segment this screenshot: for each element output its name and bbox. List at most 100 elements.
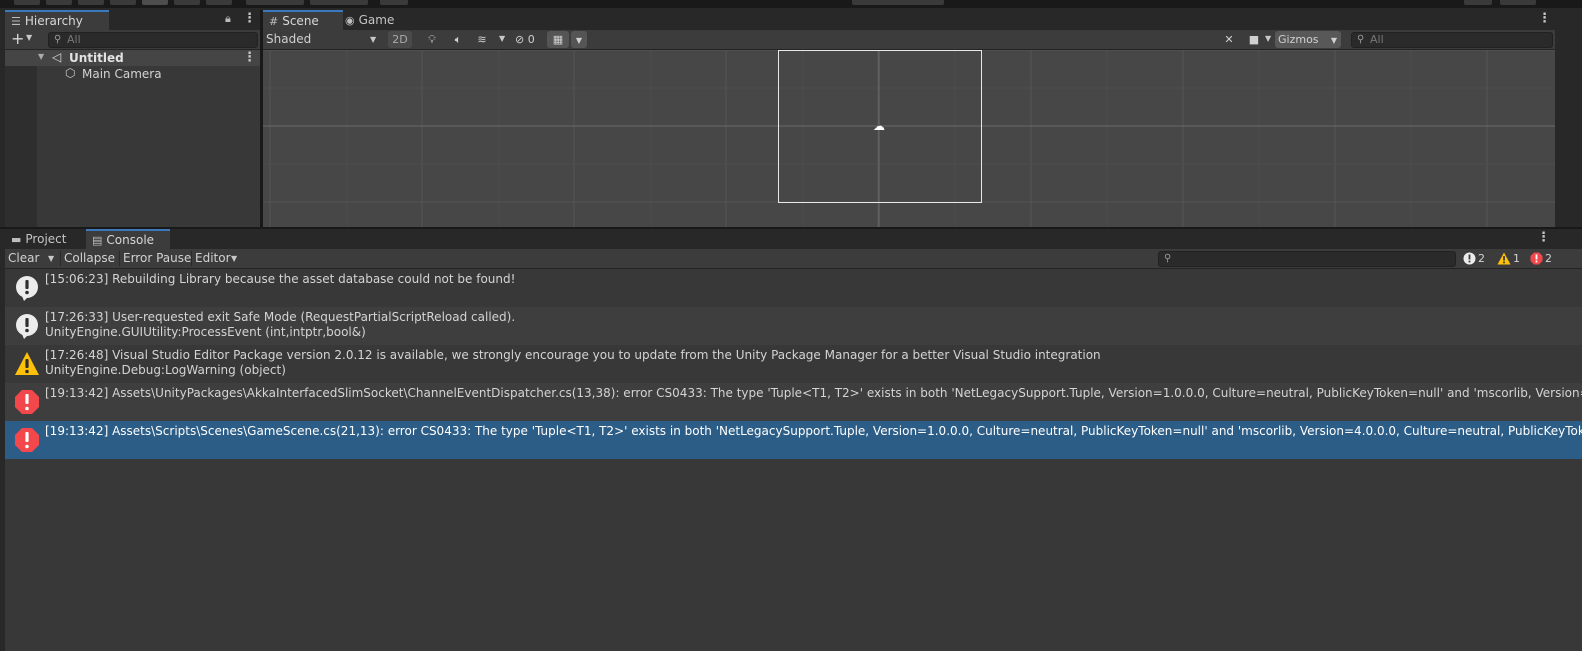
search-icon: ⚲ [54, 34, 62, 45]
grid-snapping-icon[interactable]: ▦ [547, 31, 569, 48]
scene-viewport[interactable]: ☁ [263, 50, 1555, 227]
log-message: [17:26:33] User-requested exit Safe Mode… [45, 310, 515, 340]
bottom-tabbar: ▬ Project ▤ Console ⋮ [5, 229, 1582, 249]
search-icon: ⚲ [1164, 253, 1172, 264]
log-entry[interactable]: [17:26:33] User-requested exit Safe Mode… [5, 307, 1582, 345]
hierarchy-item-main-camera[interactable]: ⬡ Main Camera [5, 66, 260, 82]
chevron-down-icon[interactable]: ▼ [1327, 31, 1341, 48]
tab-scene[interactable]: # Scene [263, 10, 343, 30]
toolbar-button[interactable] [14, 0, 40, 5]
toolbar-button[interactable] [206, 0, 232, 5]
log-entry-selected[interactable]: [19:13:42] Assets\Scripts\Scenes\GameSce… [5, 421, 1582, 459]
scene-panel: # Scene ◉ Game ⋮ Shaded ▼ 2D 💡︎ 🔈︎ ≋ ▼ ⊘ 0… [263, 10, 1555, 227]
unity-scene-icon: ◁ [52, 50, 62, 64]
console-search-input[interactable]: ⚲ [1158, 251, 1456, 267]
log-message: [19:13:42] Assets\UnityPackages\AkkaInte… [45, 386, 1582, 401]
eye-slash-icon: ⊘ [515, 33, 525, 46]
console-panel: ▬ Project ▤ Console ⋮ Clear ▼ Collapse Err… [5, 229, 1582, 651]
info-count: 2 [1478, 252, 1485, 265]
warning-icon [15, 352, 39, 375]
log-entry[interactable]: [15:06:23] Rebuilding Library because th… [5, 269, 1582, 307]
hierarchy-toolbar: + ▼ ⚲ All [5, 29, 260, 50]
chevron-down-icon[interactable]: ▼ [499, 34, 505, 43]
camera-icon[interactable]: ■ [1243, 31, 1265, 48]
log-line-1: [19:13:42] Assets\Scripts\Scenes\GameSce… [45, 424, 1582, 438]
toolbar-separator [119, 251, 120, 266]
camera-gizmo-icon[interactable]: ☁ [873, 119, 885, 133]
search-placeholder: All [1370, 33, 1384, 46]
toolbar-separator [191, 251, 192, 266]
grid-icon: # [269, 15, 279, 28]
chevron-down-icon[interactable]: ▼ [231, 254, 237, 263]
more-options-icon[interactable]: ⋮ [1537, 230, 1550, 245]
tab-label: Scene [282, 14, 319, 28]
scene-visibility-toggle[interactable]: ⊘ 0 [515, 31, 549, 48]
toolbar-button[interactable] [246, 0, 304, 5]
add-icon[interactable]: + [11, 29, 24, 48]
scene-menu-icon[interactable]: ⋮ [243, 50, 256, 65]
log-message: [19:13:42] Assets\Scripts\Scenes\GameSce… [45, 424, 1582, 439]
toolbar-button[interactable] [78, 0, 104, 5]
search-icon: ⚲ [1357, 34, 1365, 45]
log-line-1: [19:13:42] Assets\UnityPackages\AkkaInte… [45, 386, 1582, 400]
log-entry[interactable]: [17:26:48] Visual Studio Editor Package … [5, 345, 1582, 383]
toolbar-button[interactable] [1500, 0, 1536, 5]
editor-label: Editor [195, 251, 231, 265]
error-count-toggle[interactable]: 2 [1529, 251, 1559, 266]
tools-icon[interactable]: ✕ [1218, 31, 1240, 48]
chevron-down-icon: ▼ [370, 35, 377, 44]
warning-count-toggle[interactable]: 1 [1496, 251, 1526, 266]
expand-arrow-icon[interactable]: ▼ [38, 52, 44, 61]
more-options-icon[interactable]: ⋮ [1538, 11, 1551, 26]
console-toolbar: Clear ▼ Collapse Error Pause Editor ▼ ⚲ … [5, 249, 1582, 269]
shading-mode-dropdown[interactable]: Shaded ▼ [266, 31, 378, 48]
info-icon [1463, 252, 1476, 265]
info-count-toggle[interactable]: 2 [1462, 251, 1492, 266]
editor-dropdown[interactable]: Editor [195, 249, 231, 268]
toolbar-separator [60, 251, 61, 266]
error-icon [15, 428, 39, 452]
tab-hierarchy[interactable]: ☰ Hierarchy [5, 10, 109, 30]
hierarchy-search-input[interactable]: ⚲ All [48, 32, 258, 48]
console-log-list: [15:06:23] Rebuilding Library because th… [5, 269, 1582, 651]
tab-project[interactable]: ▬ Project [5, 229, 87, 249]
log-line-1: [17:26:33] User-requested exit Safe Mode… [45, 310, 516, 324]
chevron-down-icon[interactable]: ▼ [1265, 34, 1271, 43]
toolbar-button[interactable] [142, 0, 168, 5]
chevron-down-icon[interactable]: ▼ [571, 31, 587, 48]
toolbar-button[interactable] [310, 0, 368, 5]
console-icon: ▤ [92, 234, 103, 247]
chevron-down-icon[interactable]: ▼ [48, 254, 54, 263]
toolbar-button[interactable] [174, 0, 200, 5]
clear-button[interactable]: Clear [8, 249, 39, 268]
hierarchy-scene-row[interactable]: ▼ ◁ Untitled ⋮ [5, 50, 260, 66]
scene-search-input[interactable]: ⚲ All [1351, 32, 1553, 48]
tab-game[interactable]: ◉ Game [339, 10, 411, 30]
tab-label: Console [106, 233, 155, 247]
2d-toggle[interactable]: 2D [388, 31, 412, 48]
log-line-1: [15:06:23] Rebuilding Library because th… [45, 272, 516, 286]
more-options-icon[interactable]: ⋮ [243, 11, 256, 26]
tab-label: Game [358, 13, 395, 27]
shading-mode-value: Shaded [266, 32, 312, 46]
toolbar-button[interactable] [1464, 0, 1492, 5]
log-message: [17:26:48] Visual Studio Editor Package … [45, 348, 1101, 378]
collapse-button[interactable]: Collapse [64, 249, 115, 268]
chevron-down-icon[interactable]: ▼ [26, 33, 32, 42]
play-controls[interactable] [852, 0, 944, 5]
toolbar-button[interactable] [46, 0, 72, 5]
scene-toolbar: Shaded ▼ 2D 💡︎ 🔈︎ ≋ ▼ ⊘ 0 ▦ ▼ ✕ ■ ▼ Gizm… [263, 30, 1555, 50]
error-pause-button[interactable]: Error Pause [123, 249, 191, 268]
toolbar-button[interactable] [110, 0, 136, 5]
tab-console[interactable]: ▤ Console [86, 229, 170, 249]
log-line-1: [17:26:48] Visual Studio Editor Package … [45, 348, 1101, 362]
log-entry[interactable]: [19:13:42] Assets\UnityPackages\AkkaInte… [5, 383, 1582, 421]
toolbar-button[interactable] [380, 0, 408, 5]
lock-icon[interactable]: 🔒︎ [225, 12, 231, 26]
audio-icon[interactable]: 🔈︎ [447, 31, 469, 48]
scene-name: Untitled [69, 51, 124, 65]
lighting-icon[interactable]: 💡︎ [421, 31, 443, 48]
hierarchy-item-label: Main Camera [82, 67, 162, 81]
tab-label: Hierarchy [24, 14, 83, 28]
effects-icon[interactable]: ≋ [471, 31, 493, 48]
